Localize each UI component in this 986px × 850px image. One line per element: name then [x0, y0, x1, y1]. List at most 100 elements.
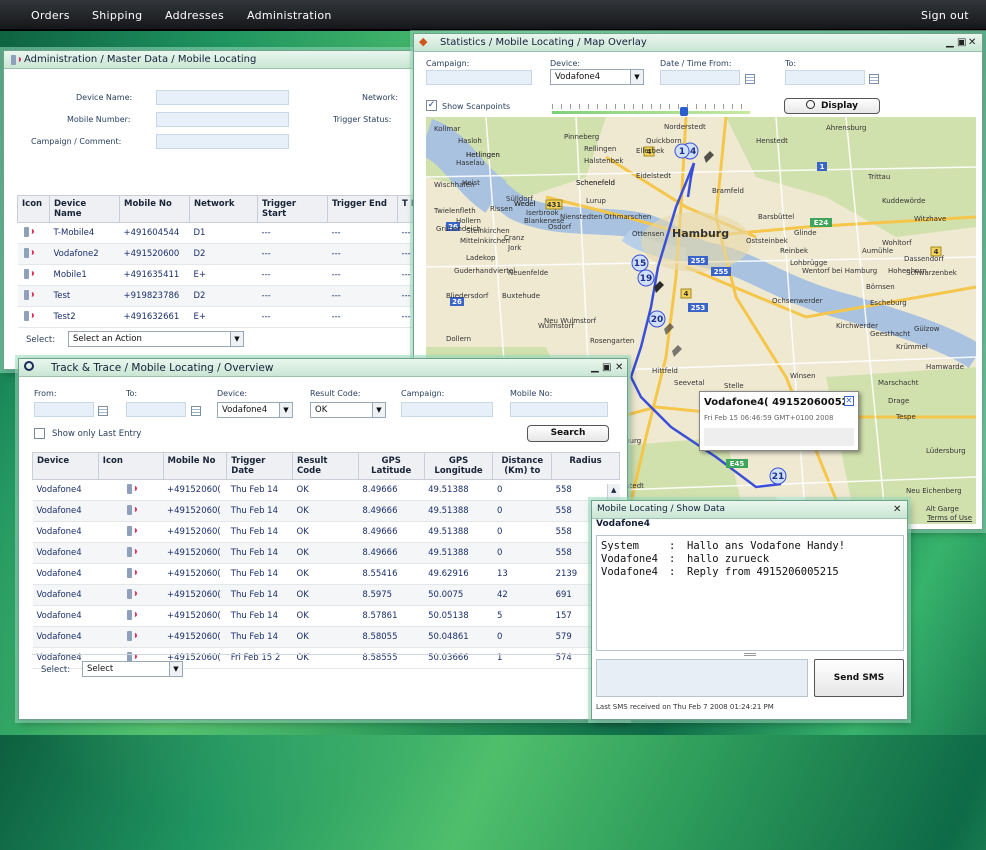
track-col-header[interactable]: Trigger Date: [226, 452, 294, 480]
table-row[interactable]: Vodafone4 +49152060(Thu Feb 14 OK 8.57861 50…: [32, 605, 620, 627]
admin-col-header[interactable]: Network: [189, 195, 258, 223]
table-cell: Mobile1: [49, 264, 120, 286]
maximize-icon[interactable]: ▣: [602, 362, 611, 373]
campaign-input[interactable]: [156, 134, 289, 149]
admin-action-select[interactable]: Select an Action ▼: [68, 331, 244, 347]
menu-addresses[interactable]: Addresses: [165, 9, 224, 22]
track-from-input[interactable]: [34, 402, 94, 417]
close-icon[interactable]: ✕: [615, 362, 623, 373]
calendar-icon[interactable]: [869, 74, 879, 84]
resize-grip[interactable]: [744, 653, 756, 656]
admin-col-header[interactable]: Icon: [17, 195, 50, 223]
track-campaign-input[interactable]: [401, 402, 493, 417]
table-row[interactable]: Vodafone4 +49152060(Thu Feb 14 OK 8.49666 49…: [32, 500, 620, 522]
maximize-icon[interactable]: ▣: [957, 37, 966, 48]
table-row[interactable]: T-Mobile4 +491604544 D1 --- --- ---: [17, 222, 422, 244]
table-row[interactable]: Vodafone4 +49152060(Thu Feb 14 OK 8.49666 49…: [32, 521, 620, 543]
last-entry-checkbox[interactable]: [34, 428, 45, 439]
track-result-label: Result Code:: [310, 389, 361, 398]
show-scanpoints-checkbox[interactable]: ✓: [426, 100, 437, 111]
admin-col-header[interactable]: Mobile No: [119, 195, 190, 223]
track-col-header[interactable]: Icon: [97, 452, 164, 480]
track-mobile-input[interactable]: [510, 402, 608, 417]
track-action-select[interactable]: Select ▼: [82, 661, 183, 677]
search-button[interactable]: Search: [527, 425, 609, 442]
device-icon-cell: [17, 306, 50, 328]
track-col-header[interactable]: Radius: [551, 452, 620, 480]
menu-shipping[interactable]: Shipping: [92, 9, 142, 22]
table-row[interactable]: Mobile1 +491635411 E+ --- --- ---: [17, 264, 422, 286]
admin-col-header[interactable]: Trigger End: [327, 195, 398, 223]
track-col-header[interactable]: Mobile No: [162, 452, 228, 480]
table-cell: OK: [292, 542, 359, 564]
device-name-input[interactable]: [156, 90, 289, 105]
display-button[interactable]: Display: [784, 98, 880, 114]
table-row[interactable]: Test +919823786 D2 --- --- ---: [17, 285, 422, 307]
sms-input[interactable]: [596, 659, 808, 697]
close-icon[interactable]: ✕: [968, 37, 976, 48]
map-place-label: Glinde: [794, 229, 817, 237]
track-results-table: Device Icon Mobile No Trigger Date Result Co…: [32, 452, 620, 669]
sms-message: Vodafone4: Reply from 4915206005215: [601, 566, 899, 579]
table-cell: ---: [327, 222, 398, 244]
map-titlebar[interactable]: ◆ Statistics / Mobile Locating / Map Ove…: [414, 34, 982, 52]
table-cell: +919823786: [119, 285, 190, 307]
calendar-icon[interactable]: [98, 406, 108, 416]
table-cell: 8.58555: [358, 647, 425, 669]
table-cell: +49152060(: [163, 584, 227, 606]
map-place-label: Sülldorf: [506, 195, 533, 203]
table-row[interactable]: Vodafone4 +49152060(Thu Feb 14 OK 8.55416 49…: [32, 563, 620, 585]
minimize-icon[interactable]: ▁: [946, 37, 954, 48]
table-cell: D1: [189, 222, 258, 244]
map-device-select[interactable]: Vodafone4 ▼: [550, 69, 644, 85]
table-row[interactable]: Vodafone4 +49152060(Thu Feb 14 OK 8.5975 50.…: [32, 584, 620, 606]
map-info-popup[interactable]: Vodafone4( 491520600521 ✕ Fri Feb 15 06:…: [699, 391, 859, 451]
table-row[interactable]: Vodafone4 +49152060(Thu Feb 14 OK 8.58055 50…: [32, 626, 620, 648]
admin-col-header[interactable]: Trigger Start: [257, 195, 328, 223]
track-col-header[interactable]: Distance (Km) to: [492, 452, 553, 480]
admin-device-table: Icon Device Name Mobile No Network Trigger S…: [17, 195, 422, 328]
track-result-select[interactable]: OK ▼: [310, 402, 386, 418]
showdata-title: Mobile Locating / Show Data: [597, 504, 726, 514]
track-col-header[interactable]: GPS Latitude: [357, 452, 425, 480]
slider-thumb[interactable]: [680, 107, 688, 116]
mobile-number-input[interactable]: [156, 112, 289, 127]
showdata-titlebar[interactable]: Mobile Locating / Show Data ✕: [592, 501, 907, 519]
track-to-input[interactable]: [126, 402, 186, 417]
map-date-from-input[interactable]: [660, 70, 740, 85]
scan-slider[interactable]: [552, 104, 750, 116]
sign-out-link[interactable]: Sign out: [921, 9, 969, 22]
track-device-select[interactable]: Vodafone4 ▼: [217, 402, 293, 418]
terms-of-use-link[interactable]: Terms of Use: [927, 514, 972, 522]
table-row[interactable]: Vodafone4 +49152060(Thu Feb 14 OK 8.49666 49…: [32, 479, 620, 501]
minimize-icon[interactable]: ▁: [591, 362, 599, 373]
scroll-up-icon[interactable]: ▲: [611, 486, 616, 494]
table-cell: Test: [49, 285, 120, 307]
close-icon[interactable]: ✕: [844, 396, 854, 406]
admin-title: Administration / Master Data / Mobile Lo…: [24, 54, 257, 65]
sms-text: Reply from 4915206005215: [687, 566, 839, 578]
track-col-header[interactable]: Device: [32, 452, 99, 480]
close-icon[interactable]: ✕: [893, 504, 901, 515]
table-row[interactable]: Test2 +491632661 E+ --- --- ---: [17, 306, 422, 328]
table-row[interactable]: Vodafone2 +491520600 D2 --- --- ---: [17, 243, 422, 265]
track-col-header[interactable]: Result Code: [292, 452, 359, 480]
table-row[interactable]: Vodafone4 +49152060(Thu Feb 14 OK 8.49666 49…: [32, 542, 620, 564]
calendar-icon[interactable]: [745, 74, 755, 84]
map-place-label: Blankenese: [524, 217, 565, 225]
calendar-icon[interactable]: [191, 406, 201, 416]
map-campaign-input[interactable]: [426, 70, 532, 85]
map-to-input[interactable]: [785, 70, 865, 85]
send-sms-button[interactable]: Send SMS: [814, 659, 904, 697]
menu-orders[interactable]: Orders: [31, 9, 70, 22]
phone-icon: [125, 588, 138, 599]
table-cell: +49152060(: [163, 542, 227, 564]
admin-titlebar[interactable]: Administration / Master Data / Mobile Lo…: [4, 51, 422, 69]
menu-administration[interactable]: Administration: [247, 9, 332, 22]
phone-icon: [22, 226, 34, 237]
table-cell: Vodafone4: [32, 542, 99, 564]
admin-col-header[interactable]: Device Name: [49, 195, 120, 223]
track-titlebar[interactable]: Track & Trace / Mobile Locating / Overvi…: [19, 359, 627, 377]
track-col-header[interactable]: GPS Longitude: [423, 452, 494, 480]
svg-text:253: 253: [691, 304, 706, 312]
